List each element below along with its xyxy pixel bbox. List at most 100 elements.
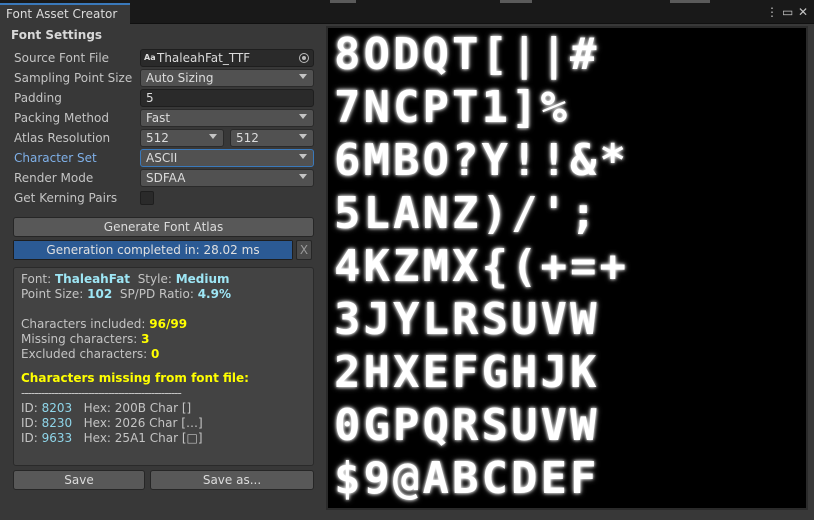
atlas-glyph: = [570, 241, 597, 292]
atlas-glyph: S [481, 400, 509, 451]
packing-dropdown[interactable]: Fast [140, 109, 314, 127]
chevron-down-icon [299, 154, 307, 159]
atlas-glyph: Y [481, 135, 509, 186]
atlas-glyph: & [570, 135, 597, 186]
missing-char: Char […] [149, 416, 203, 430]
save-button[interactable]: Save [13, 470, 145, 490]
save-as-button[interactable]: Save as... [150, 470, 314, 490]
tab-title: Font Asset Creator [6, 7, 118, 21]
atlas-glyph: M [363, 135, 391, 186]
atlas-glyph: Q [422, 400, 450, 451]
atlas-height-dropdown[interactable]: 512 [230, 129, 314, 147]
progress-text: Generation completed in: 28.02 ms [46, 243, 260, 257]
chevron-down-icon [299, 174, 307, 179]
atlas-glyph: X [452, 241, 479, 292]
missing-char-row: ID: 9633 Hex: 25A1 Char [□] [21, 431, 203, 445]
atlas-glyph: P [393, 400, 420, 451]
atlas-glyph: A [393, 188, 420, 239]
source-font-row: Source Font File Aa ThaleahFat_TTF [14, 49, 320, 67]
maximize-icon[interactable]: ▭ [782, 5, 793, 19]
chevron-down-icon [209, 134, 217, 139]
atlas-glyph: ? [452, 135, 479, 186]
atlas-glyph: % [540, 82, 568, 133]
atlas-glyph: L [363, 188, 391, 239]
source-font-value: ThaleahFat_TTF [157, 51, 251, 65]
atlas-glyph: V [540, 294, 568, 345]
character-set-dropdown[interactable]: ASCII [140, 149, 314, 167]
atlas-glyph: K [570, 347, 597, 398]
atlas-glyph: + [599, 241, 627, 292]
atlas-glyph: L [422, 294, 450, 345]
atlas-glyph: T [452, 29, 479, 80]
source-font-field[interactable]: Aa ThaleahFat_TTF [140, 49, 314, 67]
atlas-glyph: S [481, 294, 509, 345]
missing-hex: 2026 [114, 416, 146, 430]
packing-label: Packing Method [14, 111, 109, 125]
atlas-glyph: / [511, 188, 538, 239]
atlas-glyph: ! [511, 135, 538, 186]
atlas-glyph: ; [570, 188, 597, 239]
sampling-dropdown[interactable]: Auto Sizing [140, 69, 314, 87]
tab-font-asset-creator[interactable]: Font Asset Creator [0, 3, 130, 24]
chevron-down-icon [299, 114, 307, 119]
atlas-glyph: C [481, 453, 509, 504]
render-mode-value: SDFAA [146, 171, 186, 185]
atlas-glyph: E [422, 347, 450, 398]
atlas-glyph: T [452, 82, 479, 133]
atlas-glyph: 6 [334, 135, 361, 186]
missing-label: Missing characters: [21, 332, 138, 346]
kerning-checkbox[interactable] [140, 191, 154, 205]
font-label: Font: [21, 272, 52, 286]
atlas-glyph: @ [393, 453, 420, 504]
close-icon[interactable]: ✕ [798, 5, 808, 19]
atlas-glyph: 5 [334, 188, 361, 239]
atlas-glyph: 1 [481, 82, 509, 133]
excluded-label: Excluded characters: [21, 347, 148, 361]
atlas-glyph: 3 [334, 294, 361, 345]
generation-progress-bar: Generation completed in: 28.02 ms [13, 240, 293, 260]
atlas-glyph: 0 [334, 400, 361, 451]
atlas-glyph-row: 5 L A N Z) / '; [334, 191, 597, 237]
atlas-glyph: D [393, 29, 420, 80]
missing-id: 9633 [41, 431, 73, 445]
kebab-menu-icon[interactable]: ⋮ [766, 5, 778, 19]
padding-row: Padding 5 [14, 89, 320, 107]
atlas-glyph: B [452, 453, 479, 504]
atlas-glyph: 7 [334, 82, 361, 133]
object-picker-icon[interactable] [299, 53, 309, 63]
section-title: Font Settings [11, 28, 103, 42]
atlas-glyph: W [570, 400, 597, 451]
generate-font-atlas-button[interactable]: Generate Font Atlas [13, 217, 314, 237]
atlas-glyph: | [540, 29, 568, 80]
atlas-glyph: W [570, 294, 597, 345]
padding-label: Padding [14, 91, 62, 105]
chevron-down-icon [299, 74, 307, 79]
cancel-generation-button[interactable]: X [296, 240, 312, 260]
atlas-glyph: A [422, 453, 450, 504]
point-size-value: 102 [87, 287, 113, 301]
character-set-value: ASCII [146, 151, 178, 165]
style-value: Medium [175, 272, 230, 286]
atlas-resolution-row: Atlas Resolution 512 512 [14, 129, 320, 147]
style-label: Style: [137, 272, 172, 286]
render-mode-row: Render Mode SDFAA [14, 169, 320, 187]
point-size-label: Point Size: [21, 287, 84, 301]
font-file-icon: Aa [144, 53, 156, 62]
atlas-glyph-row: 2HXEFGHJK [334, 350, 597, 396]
kerning-label: Get Kerning Pairs [14, 191, 118, 205]
padding-input[interactable]: 5 [140, 89, 314, 107]
atlas-glyph: G [481, 347, 509, 398]
atlas-width-dropdown[interactable]: 512 [140, 129, 224, 147]
render-mode-dropdown[interactable]: SDFAA [140, 169, 314, 187]
atlas-glyph: + [540, 241, 568, 292]
included-label: Characters included: [21, 317, 146, 331]
atlas-glyph: J [540, 347, 568, 398]
atlas-glyph-row: 7 N C P T 1]% [334, 85, 567, 131]
atlas-glyph: 9 [363, 453, 391, 504]
sampling-value: Auto Sizing [146, 71, 214, 85]
missing-id: 8203 [41, 401, 73, 415]
missing-char-row: ID: 8230 Hex: 2026 Char […] [21, 416, 203, 430]
atlas-glyph: # [570, 29, 597, 80]
atlas-glyph: Z [452, 188, 479, 239]
kerning-row: Get Kerning Pairs [14, 189, 320, 207]
